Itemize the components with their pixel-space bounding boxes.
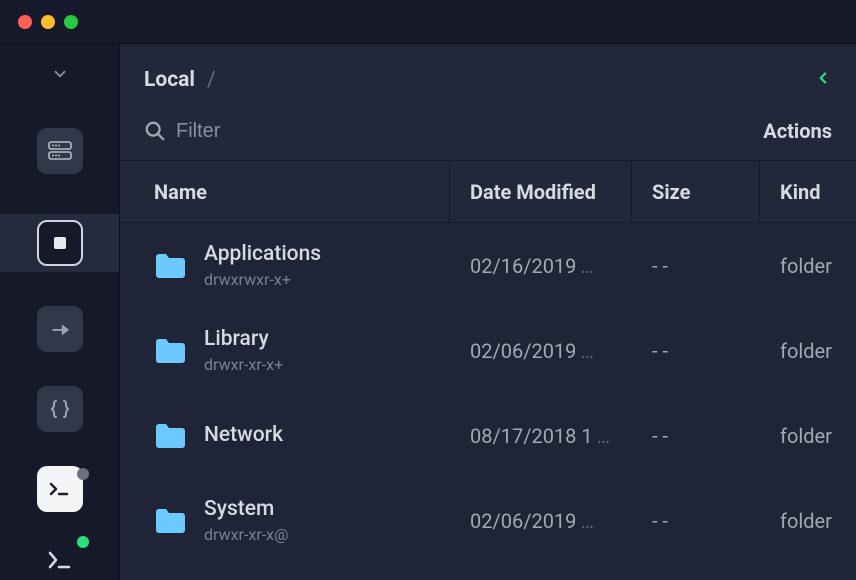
chevron-left-icon bbox=[814, 69, 832, 87]
folder-icon bbox=[154, 253, 186, 279]
breadcrumb[interactable]: Local / bbox=[144, 68, 216, 92]
titlebar bbox=[0, 0, 856, 44]
table-body: Applicationsdrwxrwxr-x+02/16/2019…- -fol… bbox=[120, 223, 856, 580]
cell-kind: folder bbox=[760, 308, 856, 393]
search-icon bbox=[144, 120, 166, 142]
filter-input[interactable] bbox=[176, 120, 396, 143]
file-permissions: drwxr-xr-x@ bbox=[204, 525, 288, 544]
status-badge-icon bbox=[77, 468, 89, 480]
chevron-down-icon bbox=[51, 65, 69, 83]
files-icon bbox=[37, 220, 83, 266]
cell-date: 02/06/2019… bbox=[450, 308, 632, 393]
table-row[interactable]: Applications drwxrwxr-x+ 02/16/2019…- -fol… bbox=[120, 223, 856, 308]
cell-name: Network bbox=[120, 393, 450, 478]
folder-icon bbox=[154, 423, 186, 449]
server-icon bbox=[37, 128, 83, 174]
cell-date: 02/16/2019… bbox=[450, 223, 632, 308]
file-permissions: drwxr-xr-x+ bbox=[204, 355, 283, 374]
sidebar-item-server[interactable] bbox=[0, 122, 119, 180]
sidebar-item-terminal-alt[interactable] bbox=[0, 540, 119, 580]
sidebar bbox=[0, 44, 120, 580]
terminal-icon bbox=[37, 466, 83, 512]
folder-icon bbox=[154, 338, 186, 364]
sidebar-nav bbox=[0, 122, 119, 580]
terminal-alt-icon bbox=[45, 549, 75, 571]
folder-icon bbox=[154, 508, 186, 534]
main: Local / Actions Name bbox=[120, 44, 856, 580]
sidebar-item-terminal[interactable] bbox=[0, 466, 119, 512]
file-name: Network bbox=[204, 423, 283, 448]
file-permissions: drwxrwxr-x+ bbox=[204, 270, 321, 289]
actions-button[interactable]: Actions bbox=[763, 119, 832, 143]
cell-size: - - bbox=[632, 393, 760, 478]
sidebar-item-transfer[interactable] bbox=[0, 306, 119, 352]
sidebar-dropdown-button[interactable] bbox=[0, 52, 119, 96]
table-row[interactable]: System drwxr-xr-x@ 02/06/2019…- -folder bbox=[120, 478, 856, 563]
cell-date: 08/17/2018 1… bbox=[450, 393, 632, 478]
body: Local / Actions Name bbox=[0, 44, 856, 580]
cell-name: Applications drwxrwxr-x+ bbox=[120, 223, 450, 308]
file-name: Library bbox=[204, 327, 283, 352]
status-badge-active-icon bbox=[77, 536, 89, 548]
cell-name: System drwxr-xr-x@ bbox=[120, 478, 450, 563]
window-minimize-icon[interactable] bbox=[41, 15, 55, 29]
sidebar-item-files[interactable] bbox=[0, 214, 119, 272]
file-name: Applications bbox=[204, 242, 321, 267]
breadcrumb-root[interactable]: Local bbox=[144, 68, 195, 92]
cell-kind: folder bbox=[760, 223, 856, 308]
braces-icon bbox=[37, 386, 83, 432]
cell-kind: folder bbox=[760, 478, 856, 563]
file-table: Name Date Modified Size Kind Application… bbox=[120, 161, 856, 580]
table-row[interactable]: Library drwxr-xr-x+ 02/06/2019…- -folder bbox=[120, 308, 856, 393]
cell-size: - - bbox=[632, 478, 760, 563]
arrow-right-icon bbox=[37, 306, 83, 352]
table-row[interactable]: Network 08/17/2018 1…- -folder bbox=[120, 393, 856, 478]
window: Local / Actions Name bbox=[0, 0, 856, 580]
file-name: System bbox=[204, 497, 288, 522]
cell-size: - - bbox=[632, 223, 760, 308]
window-close-icon[interactable] bbox=[18, 15, 32, 29]
breadcrumb-separator: / bbox=[207, 68, 216, 92]
cell-name: Library drwxr-xr-x+ bbox=[120, 308, 450, 393]
back-button[interactable] bbox=[814, 69, 832, 91]
col-header-date[interactable]: Date Modified bbox=[450, 161, 632, 222]
sidebar-item-braces[interactable] bbox=[0, 386, 119, 432]
topbar: Local / Actions bbox=[120, 44, 856, 161]
col-header-size[interactable]: Size bbox=[632, 161, 760, 222]
cell-date: 02/06/2019… bbox=[450, 478, 632, 563]
col-header-name[interactable]: Name bbox=[120, 161, 450, 222]
window-zoom-icon[interactable] bbox=[64, 15, 78, 29]
filter-box[interactable] bbox=[144, 120, 396, 143]
cell-size: - - bbox=[632, 308, 760, 393]
col-header-kind[interactable]: Kind bbox=[760, 161, 856, 222]
table-header: Name Date Modified Size Kind bbox=[120, 161, 856, 223]
cell-kind: folder bbox=[760, 393, 856, 478]
